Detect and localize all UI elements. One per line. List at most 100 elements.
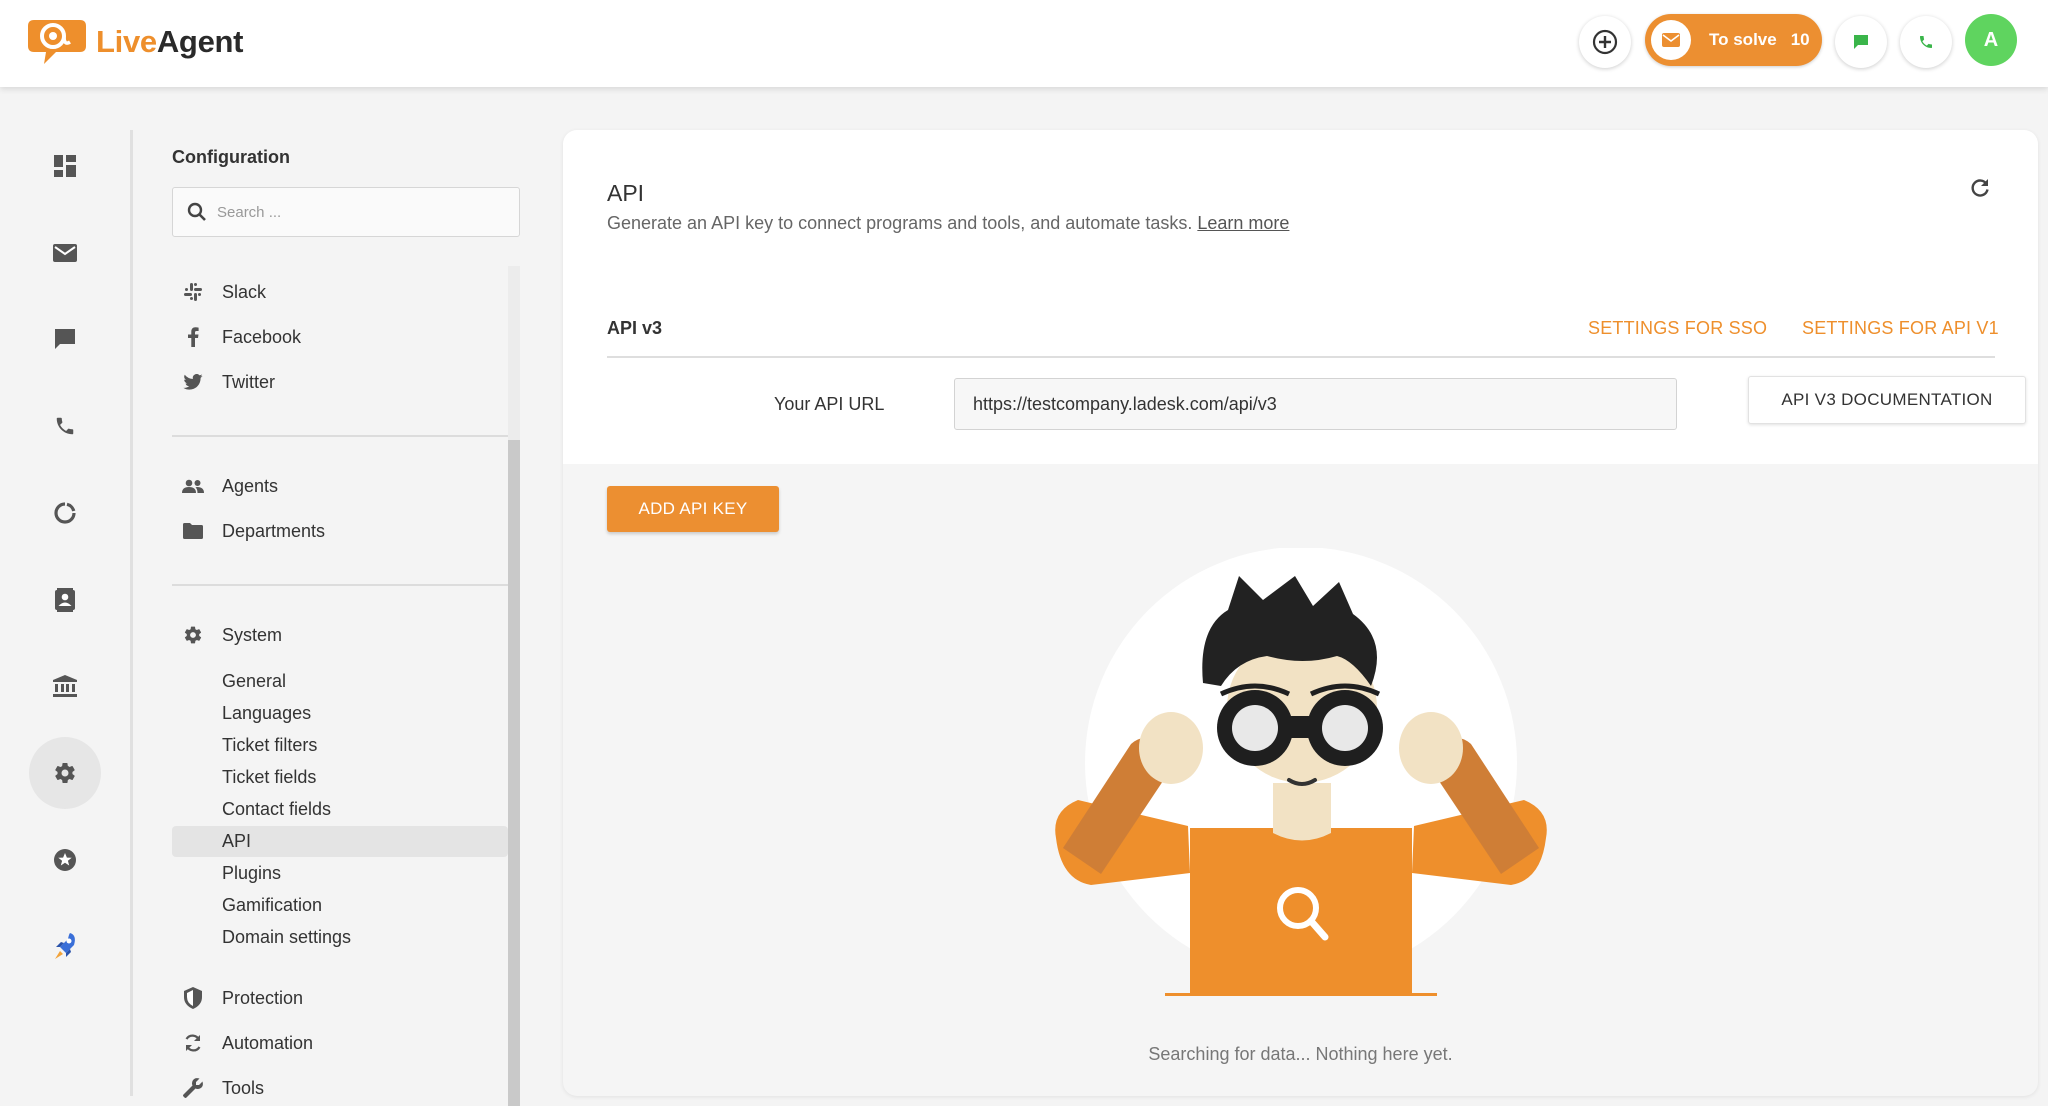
rail-gamification[interactable] (29, 824, 101, 896)
email-icon (53, 244, 77, 262)
reports-icon (54, 502, 76, 524)
configuration-search[interactable] (172, 187, 520, 237)
config-item-label: Protection (222, 987, 304, 1008)
chat-icon (1854, 35, 1868, 49)
to-solve-label: To solve (1709, 30, 1777, 49)
to-solve-count: 10 (1790, 30, 1810, 49)
system-item-plugins[interactable]: Plugins (172, 858, 508, 889)
config-item-label: Twitter (222, 371, 276, 392)
top-bar: LiveAgent To solve 10 A (0, 0, 2048, 87)
config-item-protection[interactable]: Protection (172, 982, 508, 1014)
dashboard-icon (54, 155, 76, 177)
system-item-domain-settings[interactable]: Domain settings (172, 922, 508, 953)
empty-state-illustration (1055, 548, 1547, 996)
learn-more-link[interactable]: Learn more (1197, 213, 1289, 233)
page-description: Generate an API key to connect programs … (607, 213, 1289, 234)
system-item-ticket-filters[interactable]: Ticket filters (172, 730, 508, 761)
folder-icon (183, 523, 203, 539)
chat-icon (55, 329, 75, 349)
system-item-languages[interactable]: Languages (172, 698, 508, 729)
system-item-general[interactable]: General (172, 666, 508, 697)
phone-icon (1920, 36, 1932, 48)
config-item-label: Tools (222, 1077, 265, 1098)
sync-icon (185, 1034, 201, 1052)
shield-icon (184, 987, 202, 1009)
api-url-label: Your API URL (774, 394, 885, 414)
plus-circle-icon (1592, 29, 1618, 55)
menu-scrollbar-thumb[interactable] (508, 440, 520, 1106)
avatar[interactable]: A (1965, 14, 2017, 66)
phone-icon (56, 417, 74, 435)
config-item-automation[interactable]: Automation (172, 1027, 508, 1059)
gamification-icon (54, 849, 76, 871)
logo-text-agent: Agent (156, 24, 244, 59)
rail-tickets[interactable] (29, 217, 101, 289)
config-item-tools[interactable]: Tools (172, 1072, 508, 1104)
rail-divider (130, 130, 133, 1096)
menu-divider (172, 435, 508, 437)
system-item-contact-fields[interactable]: Contact fields (172, 794, 508, 825)
rail-reports[interactable] (29, 477, 101, 549)
config-item-label: Automation (222, 1032, 314, 1053)
add-button[interactable] (1579, 16, 1631, 68)
logo-text-live: Live (96, 24, 157, 59)
refresh-button[interactable] (1969, 177, 1991, 199)
page-title: API (607, 180, 645, 206)
logo-icon (28, 20, 86, 64)
mail-icon (1662, 33, 1680, 47)
config-item-agents[interactable]: Agents (172, 470, 508, 502)
api-v3-label: API v3 (607, 318, 663, 338)
contacts-icon (55, 588, 75, 612)
main-navigation (0, 87, 130, 1106)
add-api-key-button[interactable]: ADD API KEY (607, 486, 779, 532)
settings-icon (184, 626, 202, 644)
config-item-slack[interactable]: Slack (172, 276, 508, 308)
system-item-gamification[interactable]: Gamification (172, 890, 508, 921)
settings-icon (55, 763, 75, 784)
rail-dashboard[interactable] (29, 130, 101, 202)
system-item-api[interactable]: API (172, 826, 508, 857)
api-v3-section: API v3 SETTINGS FOR SSO SETTINGS FOR API… (563, 286, 2038, 464)
to-solve-button[interactable]: To solve 10 (1645, 14, 1822, 66)
configuration-search-input[interactable] (217, 203, 507, 221)
system-item-ticket-fields[interactable]: Ticket fields (172, 762, 508, 793)
config-item-facebook[interactable]: Facebook (172, 321, 508, 353)
configuration-title: Configuration (172, 147, 290, 167)
rail-contacts[interactable] (29, 564, 101, 636)
rail-chats[interactable] (29, 303, 101, 375)
config-item-twitter[interactable]: Twitter (172, 366, 508, 398)
config-item-label: System (222, 624, 283, 645)
api-documentation-button[interactable]: API V3 DOCUMENTATION (1748, 376, 2026, 424)
rocket-icon (55, 933, 75, 959)
liveagent-logo[interactable]: LiveAgent (26, 16, 243, 68)
knowledgebase-icon (53, 675, 77, 697)
config-item-label: Agents (222, 475, 279, 496)
slack-icon (184, 283, 202, 301)
twitter-icon (183, 374, 203, 390)
rail-calls[interactable] (29, 390, 101, 462)
empty-state-message: Searching for data... Nothing here yet. (1148, 1044, 1453, 1064)
description-text: Generate an API key to connect programs … (607, 213, 1193, 233)
rail-knowledgebase[interactable] (29, 650, 101, 722)
settings-api-v1-link[interactable]: SETTINGS FOR API V1 (1802, 318, 1999, 339)
api-url-field[interactable] (954, 378, 1677, 430)
wrench-icon (183, 1078, 203, 1098)
search-icon (187, 202, 206, 221)
rail-getting-started[interactable] (29, 910, 101, 982)
facebook-icon (188, 327, 199, 347)
api-settings-card: API Generate an API key to connect progr… (563, 130, 2038, 1096)
settings-sso-link[interactable]: SETTINGS FOR SSO (1588, 318, 1767, 339)
agents-icon (182, 479, 204, 493)
card-header: API Generate an API key to connect progr… (563, 130, 2038, 286)
refresh-icon (1971, 179, 1989, 197)
chat-status-button[interactable] (1835, 16, 1887, 68)
config-item-label: Facebook (222, 326, 302, 347)
section-divider (607, 356, 1995, 358)
menu-divider (172, 584, 508, 586)
phone-status-button[interactable] (1900, 16, 1952, 68)
config-item-label: Slack (222, 281, 267, 302)
config-item-label: Departments (222, 520, 326, 541)
config-item-departments[interactable]: Departments (172, 515, 508, 547)
rail-configuration[interactable] (29, 737, 101, 809)
config-item-system[interactable]: System (172, 619, 508, 651)
